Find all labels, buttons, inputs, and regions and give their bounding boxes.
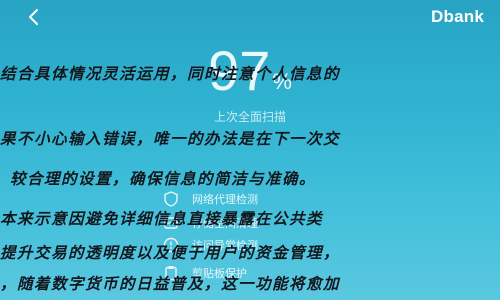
overlay-text-line: ，随着数字货币的日益普及，这一功能将愈加 — [0, 274, 341, 293]
list-item-label: 网络代理检测 — [192, 193, 258, 206]
overlay-text-line: 果不小心输入错误，唯一的办法是在下一次交 — [0, 129, 341, 148]
overlay-text-line: 结合具体情况灵活运用，同时注意个人信息的 — [0, 64, 341, 83]
overlay-text-line: 本来示意因避免详细信息直接暴露在公共类 — [0, 209, 324, 228]
overlay-text-line: 提升交易的透明度以及便于用户的资金管理， — [0, 243, 341, 262]
overlay-text-line: 较合理的设置，确保信息的简洁与准确。 — [10, 169, 317, 188]
shield-icon — [164, 191, 178, 207]
